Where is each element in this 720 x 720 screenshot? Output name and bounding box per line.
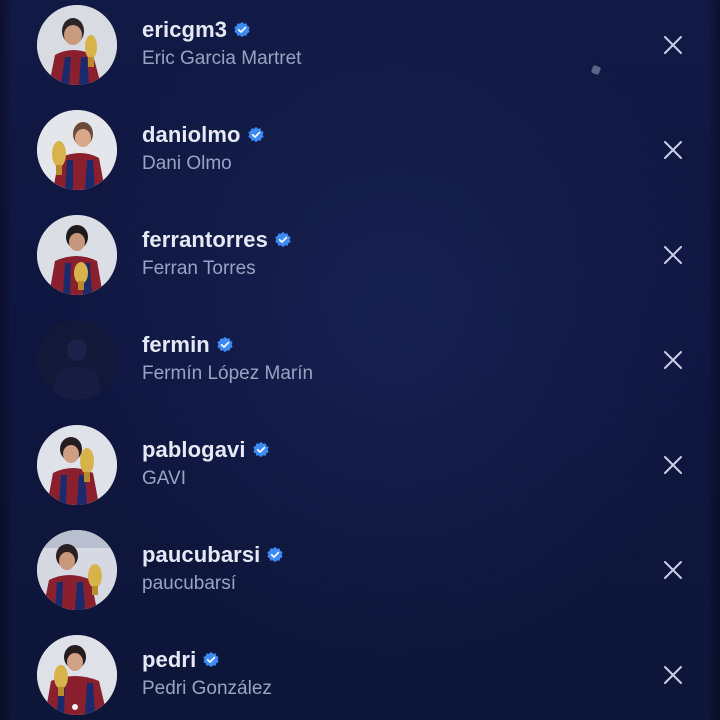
close-icon <box>664 456 682 474</box>
username[interactable]: pedri <box>142 647 196 673</box>
full-name: GAVI <box>142 468 186 489</box>
account-row[interactable]: pedri Pedri González <box>0 622 720 720</box>
username-line: ericgm3 <box>142 16 251 44</box>
full-name: Eric Garcia Martret <box>142 48 302 69</box>
dismiss-button[interactable] <box>656 133 690 167</box>
username-line: ferrantorres <box>142 226 292 254</box>
accounts-list: ericgm3 Eric Garcia Martret daniolmo Dan… <box>0 0 720 720</box>
avatar[interactable] <box>37 530 117 610</box>
verified-badge-icon <box>267 546 284 563</box>
username-line: fermin <box>142 331 234 359</box>
close-icon <box>664 666 682 684</box>
username[interactable]: ericgm3 <box>142 17 227 43</box>
verified-badge-icon <box>247 126 264 143</box>
player-photo <box>37 530 117 610</box>
username-line: daniolmo <box>142 121 265 149</box>
account-row[interactable]: ferrantorres Ferran Torres <box>0 202 720 307</box>
close-icon <box>664 36 682 54</box>
username[interactable]: pablogavi <box>142 437 246 463</box>
dismiss-button[interactable] <box>656 343 690 377</box>
account-row[interactable]: ericgm3 Eric Garcia Martret <box>0 0 720 97</box>
player-photo <box>37 425 117 505</box>
account-row[interactable]: fermin Fermín López Marín <box>0 307 720 412</box>
full-name: paucubarsí <box>142 573 237 594</box>
player-photo <box>37 215 117 295</box>
close-icon <box>664 246 682 264</box>
avatar[interactable] <box>37 215 117 295</box>
verified-badge-icon <box>275 231 291 248</box>
username[interactable]: ferrantorres <box>142 227 268 253</box>
dismiss-button[interactable] <box>656 28 690 62</box>
avatar[interactable] <box>37 425 117 505</box>
full-name: Pedri González <box>142 678 272 699</box>
username[interactable]: fermin <box>142 332 210 358</box>
account-row[interactable]: pablogavi GAVI <box>0 412 720 517</box>
username-line: pablogavi <box>142 436 270 464</box>
username-line: paucubarsi <box>142 541 284 569</box>
suggested-accounts-screen: ericgm3 Eric Garcia Martret daniolmo Dan… <box>0 0 720 720</box>
avatar[interactable] <box>37 5 117 85</box>
player-photo-dark <box>37 320 117 400</box>
verified-badge-icon <box>252 441 269 458</box>
account-row[interactable]: daniolmo Dani Olmo <box>0 97 720 202</box>
avatar[interactable] <box>37 635 117 715</box>
avatar[interactable] <box>37 110 117 190</box>
account-row[interactable]: paucubarsi paucubarsí <box>0 517 720 622</box>
close-icon <box>664 141 682 159</box>
verified-badge-icon <box>203 651 219 668</box>
player-photo <box>37 110 117 190</box>
player-photo <box>37 5 117 85</box>
close-icon <box>664 561 682 579</box>
full-name: Fermín López Marín <box>142 363 314 384</box>
dismiss-button[interactable] <box>656 448 690 482</box>
verified-badge-icon <box>217 336 233 353</box>
dismiss-button[interactable] <box>656 238 690 272</box>
verified-badge-icon <box>234 21 250 38</box>
username[interactable]: paucubarsi <box>142 542 260 568</box>
full-name: Dani Olmo <box>142 153 232 174</box>
dismiss-button[interactable] <box>656 658 690 692</box>
username[interactable]: daniolmo <box>142 122 241 148</box>
full-name: Ferran Torres <box>142 258 256 279</box>
player-photo <box>37 635 117 715</box>
username-line: pedri <box>142 646 220 674</box>
close-icon <box>664 351 682 369</box>
avatar[interactable] <box>37 320 117 400</box>
dismiss-button[interactable] <box>656 553 690 587</box>
